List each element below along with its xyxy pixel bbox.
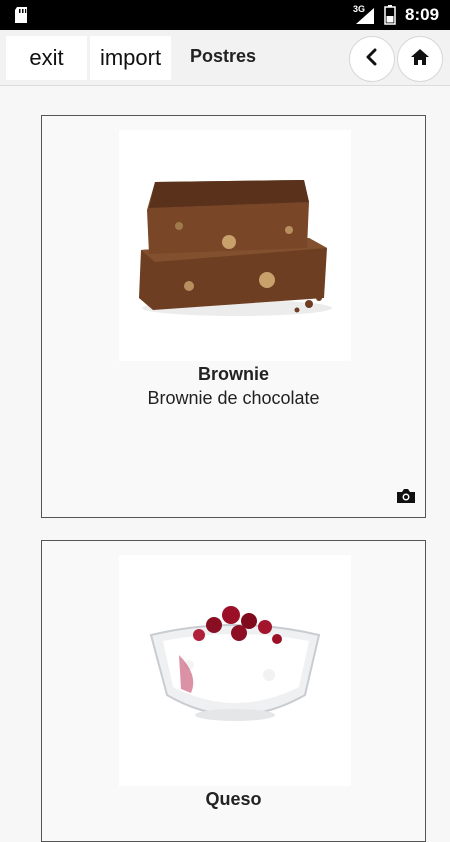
clock: 8:09 xyxy=(405,5,440,24)
item-card-queso[interactable]: Queso xyxy=(41,540,426,842)
back-button[interactable] xyxy=(349,36,395,82)
chevron-left-icon xyxy=(363,48,381,71)
import-button[interactable]: import xyxy=(90,36,171,80)
home-button[interactable] xyxy=(397,36,443,82)
exit-button[interactable]: exit xyxy=(6,36,87,80)
item-card-brownie[interactable]: Brownie Brownie de chocolate xyxy=(41,115,426,518)
status-bar: 3G 8:09 xyxy=(0,0,450,30)
page-title: Postres xyxy=(190,46,257,66)
item-name: Brownie xyxy=(197,364,269,384)
battery-icon xyxy=(384,5,396,30)
sd-card-icon xyxy=(13,6,29,29)
brownie-image xyxy=(119,130,351,361)
home-icon xyxy=(410,48,430,71)
queso-image xyxy=(119,555,351,786)
toolbar: exit import Postres xyxy=(0,30,450,86)
signal-icon xyxy=(352,6,376,31)
item-description: Brownie de chocolate xyxy=(147,388,320,408)
camera-icon[interactable] xyxy=(396,488,416,509)
